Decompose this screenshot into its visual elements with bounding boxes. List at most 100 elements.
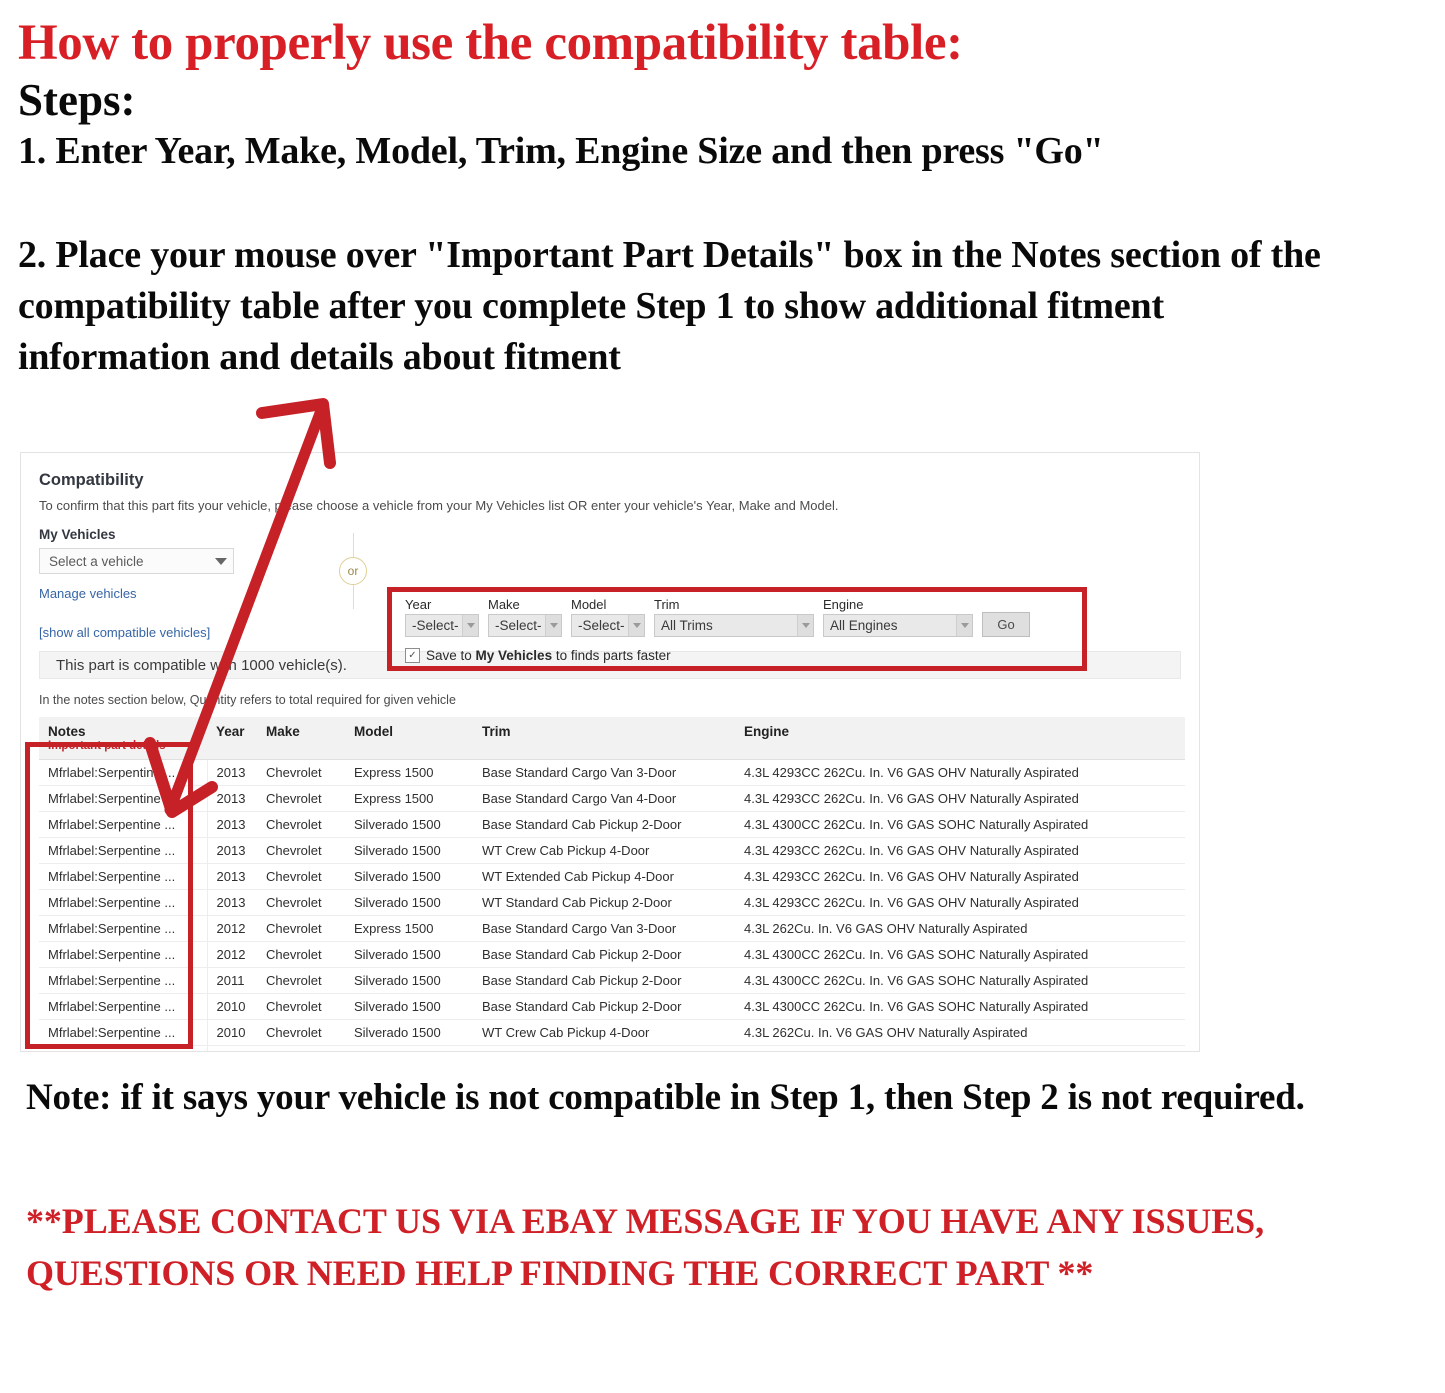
chevron-down-icon: [462, 615, 478, 636]
cell-notes: Mfrlabel:Serpentine ...: [39, 915, 208, 942]
table-row[interactable]: Mfrlabel:Serpentine ... 2013 Chevrolet Silv…: [39, 837, 1185, 864]
column-header-notes[interactable]: Notes Important part details: [39, 717, 207, 760]
table-row[interactable]: Mfrlabel:Serpentine ... 2013 Chevrolet Silv…: [39, 889, 1185, 916]
chevron-down-icon: [797, 615, 813, 636]
cell-year: 2010: [207, 1045, 257, 1051]
cell-engine: 4.3L 4293CC 262Cu. In. V6 GAS OHV Natura…: [735, 863, 1185, 890]
notes-header-label: Notes: [48, 724, 86, 739]
column-header-make[interactable]: Make: [257, 717, 345, 760]
table-row[interactable]: Mfrlabel:Serpentine ...2010ChevroletSilv…: [39, 1019, 1185, 1046]
cell-make: Chevrolet: [257, 967, 345, 994]
cell-make: Chevrolet: [257, 863, 345, 890]
cell-engine: 4.3L 4293CC 262Cu. In. V6 GAS OHV Natura…: [735, 759, 1185, 786]
cell-engine: 4.3L 262Cu. In. V6 GAS OHV Naturally Asp…: [735, 1019, 1185, 1046]
cell-year: 2013: [207, 785, 257, 812]
table-row[interactable]: Mfrlabel:Serpentine ... 2012 Chevrolet Expr…: [39, 915, 1185, 942]
cell-year: 2013: [207, 863, 257, 890]
table-row[interactable]: Mfrlabel:Serpentine ... 2011 Chevrolet Silv…: [39, 967, 1185, 994]
manage-vehicles-link[interactable]: Manage vehicles: [39, 586, 289, 601]
year-select[interactable]: -Select-: [405, 614, 479, 637]
model-select[interactable]: -Select-: [571, 614, 645, 637]
page-title: How to properly use the compatibility ta…: [18, 15, 963, 71]
column-header-trim[interactable]: Trim: [473, 717, 735, 760]
chevron-down-icon: [956, 615, 972, 636]
column-header-year[interactable]: Year: [207, 717, 257, 760]
cell-engine: 4.3L 4300CC 262Cu. In. V6 GAS SOHC Natur…: [735, 993, 1185, 1020]
cell-model: Silverado 1500: [345, 889, 473, 916]
make-select[interactable]: -Select-: [488, 614, 562, 637]
cell-trim: WT Extended Cab Pickup 4-Door: [473, 863, 735, 890]
go-button[interactable]: Go: [982, 612, 1030, 637]
step-2-text: 2. Place your mouse over "Important Part…: [18, 233, 1321, 379]
cell-make: Chevrolet: [257, 1019, 345, 1046]
compatibility-panel: Compatibility To confirm that this part …: [20, 452, 1200, 1052]
cell-trim: WT Standard Cab Pickup 2-Door: [473, 889, 735, 916]
chevron-down-icon: [545, 615, 561, 636]
table-row[interactable]: Mfrlabel:Serpentine ... 2013 Chevrolet Expr…: [39, 785, 1185, 812]
cell-notes: Mfrlabel:Serpentine ...: [39, 967, 208, 994]
vehicle-finder-form: Year -Select- Make -Select- Model -Selec…: [405, 597, 1075, 663]
cell-trim: Base Standard Cargo Van 4-Door: [473, 785, 735, 812]
year-label: Year: [405, 597, 432, 612]
cell-trim: WT Crew Cab Pickup 4-Door: [473, 837, 735, 864]
table-row[interactable]: Mfrlabel:Serpentine ... 2012 Chevrolet Silv…: [39, 941, 1185, 968]
column-header-model[interactable]: Model: [345, 717, 473, 760]
year-select-value: -Select-: [412, 618, 459, 633]
cell-trim: Base Standard Cargo Van 3-Door: [473, 915, 735, 942]
make-select-value: -Select-: [495, 618, 542, 633]
save-to-my-vehicles-row[interactable]: ✓ Save to My Vehicles to finds parts fas…: [405, 648, 1075, 663]
engine-select-value: All Engines: [830, 618, 898, 633]
cell-make: Chevrolet: [257, 889, 345, 916]
cell-trim: Base Standard Cab Pickup 2-Door: [473, 941, 735, 968]
cell-trim: Base Standard Cab Pickup 2-Door: [473, 993, 735, 1020]
cell-model: Silverado 1500: [345, 811, 473, 838]
cell-year: 2010: [207, 1019, 257, 1046]
table-header-row: Notes Important part details Year Make M…: [39, 717, 1185, 760]
cell-year: 2013: [207, 837, 257, 864]
cell-make: Chevrolet: [257, 837, 345, 864]
cell-notes: Mfrlabel:Serpentine ...: [39, 889, 208, 916]
compatibility-heading: Compatibility: [39, 471, 144, 489]
trim-select[interactable]: All Trims: [654, 614, 814, 637]
cell-notes: Mfrlabel:Serpentine ...: [39, 759, 208, 786]
cell-engine: 4.3L 4293CC 262Cu. In. V6 GAS OHV Natura…: [735, 889, 1185, 916]
important-part-details-label: Important part details: [48, 740, 166, 752]
cell-model: Silverado 1500: [345, 837, 473, 864]
table-row[interactable]: Mfrlabel:Serpentine ... 2013 Chevrolet Silv…: [39, 811, 1185, 838]
vehicle-select-value: Select a vehicle: [49, 553, 144, 569]
cell-notes: Mfrlabel:Serpentine ...: [39, 941, 208, 968]
trim-select-value: All Trims: [661, 618, 713, 633]
cell-make: Chevrolet: [257, 941, 345, 968]
save-checkbox[interactable]: ✓: [405, 648, 420, 663]
cell-notes: Mfrlabel:Serpentine ...: [39, 1019, 208, 1046]
cell-notes: Mfrlabel:Serpentine ...: [39, 837, 208, 864]
cell-make: Chevrolet: [257, 785, 345, 812]
cell-notes: Mfrlabel:Serpentine ...: [39, 811, 208, 838]
engine-select[interactable]: All Engines: [823, 614, 973, 637]
table-row[interactable]: Mfrlabel:Serpentine ... 2013 Chevrolet Expr…: [39, 759, 1185, 786]
cell-model: Silverado 1500: [345, 1019, 473, 1046]
table-row[interactable]: Mfrlabel:Serpentine ...2010ChevroletSilv…: [39, 1045, 1185, 1051]
cell-trim: Base Standard Cab Pickup 2-Door: [473, 811, 735, 838]
make-field: Make -Select-: [488, 597, 562, 637]
cell-model: Express 1500: [345, 785, 473, 812]
compatibility-table: Notes Important part details Year Make M…: [39, 717, 1185, 1051]
cell-model: Express 1500: [345, 915, 473, 942]
trim-label: Trim: [654, 597, 680, 612]
cell-year: 2013: [207, 759, 257, 786]
column-header-engine[interactable]: Engine: [735, 717, 1185, 760]
cell-engine: 4.3L 4293CC 262Cu. In. V6 GAS OHV Natura…: [735, 785, 1185, 812]
table-row[interactable]: Mfrlabel:Serpentine ... 2013 Chevrolet Silv…: [39, 863, 1185, 890]
table-row[interactable]: Mfrlabel:Serpentine ...2010ChevroletSilv…: [39, 993, 1185, 1020]
compatibility-table-body: Mfrlabel:Serpentine ... 2013 Chevrolet Expr…: [39, 759, 1185, 1051]
chevron-down-icon: [628, 615, 644, 636]
engine-field: Engine All Engines: [823, 597, 973, 637]
show-all-compatible-vehicles-link[interactable]: [show all compatible vehicles]: [39, 625, 289, 640]
cell-year: 2012: [207, 915, 257, 942]
cell-engine: 4.3L 4300CC 262Cu. In. V6 GAS SOHC Natur…: [735, 941, 1185, 968]
step-1-text: 1. Enter Year, Make, Model, Trim, Engine…: [18, 130, 1104, 173]
cell-trim: Base Standard Cab Pickup 2-Door: [473, 967, 735, 994]
vehicle-select[interactable]: Select a vehicle: [39, 548, 234, 574]
quantity-note: In the notes section below, Quantity ref…: [39, 693, 456, 707]
cell-notes: Mfrlabel:Serpentine ...: [39, 863, 208, 890]
